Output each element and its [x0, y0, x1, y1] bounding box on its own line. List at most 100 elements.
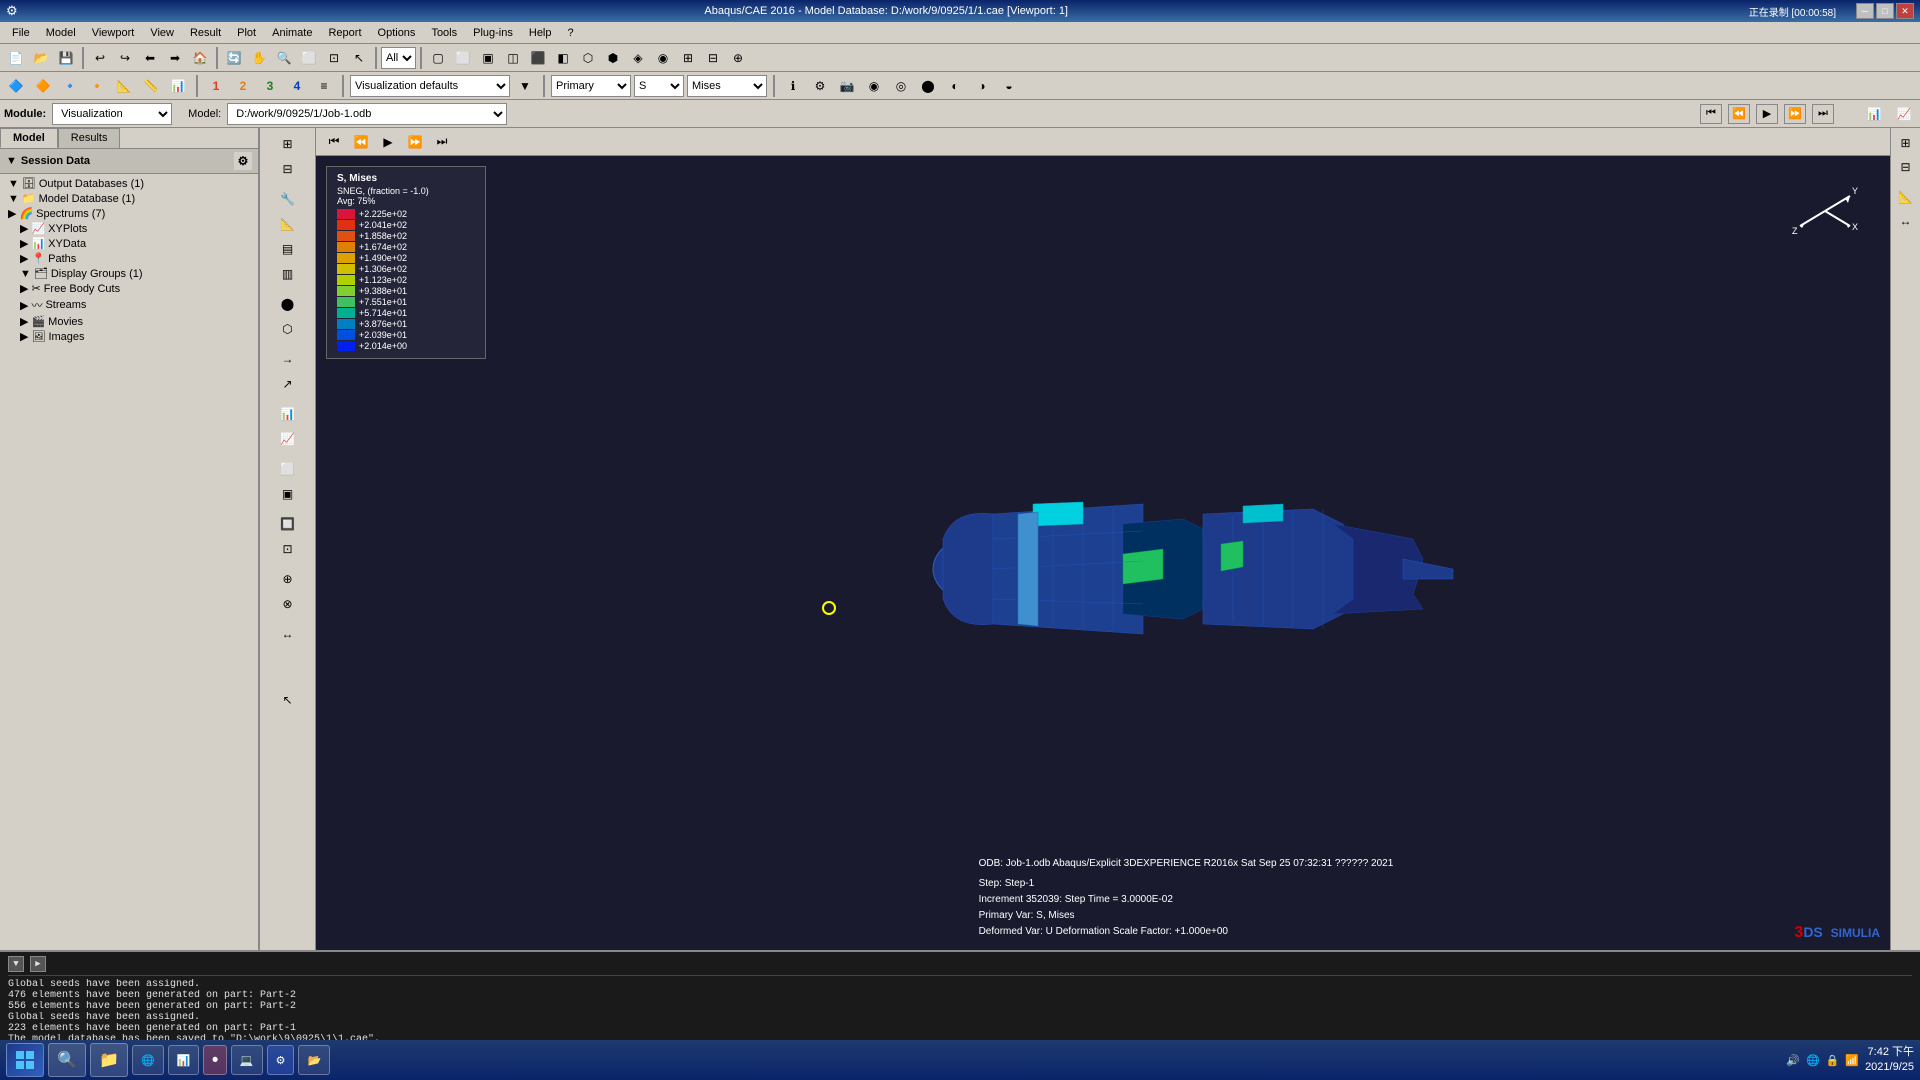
tb-mesh2[interactable]: 🔶 [31, 74, 55, 98]
tb-pan[interactable]: ✋ [247, 46, 271, 70]
minimize-button[interactable]: ─ [1856, 3, 1874, 19]
side-tb-6[interactable]: ▥ [276, 262, 300, 286]
vp-last-frame[interactable]: ⏭ [430, 130, 454, 154]
tb-more2[interactable]: ◎ [889, 74, 913, 98]
play-play[interactable]: ▶ [1756, 104, 1778, 124]
tree-paths[interactable]: ▶ 📍 Paths [0, 251, 258, 266]
vp-prev-frame[interactable]: ⏮ [322, 130, 346, 154]
viz-defaults-dropdown[interactable]: Visualization defaults [350, 75, 510, 97]
tb-more1[interactable]: ◉ [862, 74, 886, 98]
vp-play-back[interactable]: ⏪ [349, 130, 373, 154]
vp-play-fwd[interactable]: ▶ [376, 130, 400, 154]
tb-3d7[interactable]: ⊕ [726, 46, 750, 70]
play-first[interactable]: ⏮ [1700, 104, 1722, 124]
tb-3d2[interactable]: ⬢ [601, 46, 625, 70]
rvt-1[interactable]: ⊞ [1893, 132, 1919, 154]
abaqus-app[interactable]: ⚙ [267, 1045, 295, 1075]
menu-model[interactable]: Model [38, 25, 84, 41]
tb-home[interactable]: 🏠 [188, 46, 212, 70]
tb-mesh4[interactable]: 🔸 [85, 74, 109, 98]
menu-view[interactable]: View [142, 25, 182, 41]
tree-movies[interactable]: ▶ 🎬 Movies [0, 314, 258, 329]
maximize-button[interactable]: □ [1876, 3, 1894, 19]
side-tb-16[interactable]: ⊡ [276, 537, 300, 561]
tb-box6[interactable]: ◧ [551, 46, 575, 70]
side-tb-4[interactable]: 📐 [276, 212, 300, 236]
tb-back[interactable]: ⬅ [138, 46, 162, 70]
menu-help[interactable]: Help [521, 25, 560, 41]
tb-box2[interactable]: ⬜ [451, 46, 475, 70]
side-tb-17[interactable]: ⊕ [276, 567, 300, 591]
tb-zoombox[interactable]: ⬜ [297, 46, 321, 70]
menu-tools[interactable]: Tools [423, 25, 465, 41]
side-tb-9[interactable]: → [276, 347, 300, 371]
tb-mesh3[interactable]: 🔹 [58, 74, 82, 98]
menu-animate[interactable]: Animate [264, 25, 320, 41]
side-tb-11[interactable]: 📊 [276, 402, 300, 426]
side-tb-18[interactable]: ⊗ [276, 592, 300, 616]
record-app[interactable]: ⏺ [203, 1045, 227, 1075]
side-tb-8[interactable]: ⬡ [276, 317, 300, 341]
tree-free-body-cuts[interactable]: ▶ ✂ Free Body Cuts [0, 281, 258, 296]
tb-zoom[interactable]: 🔍 [272, 46, 296, 70]
browser-app[interactable]: 🌐 [132, 1045, 164, 1075]
tb-n3[interactable]: 3 [258, 74, 282, 98]
tb-camera[interactable]: 📷 [835, 74, 859, 98]
tb-box3[interactable]: ▣ [476, 46, 500, 70]
primary-dropdown[interactable]: Primary [551, 75, 631, 97]
tb-n1[interactable]: 1 [204, 74, 228, 98]
tb-mesh[interactable]: 🔷 [4, 74, 28, 98]
tb-3d1[interactable]: ⬡ [576, 46, 600, 70]
tb-forward[interactable]: ➡ [163, 46, 187, 70]
tb-n4[interactable]: 4 [285, 74, 309, 98]
tree-xydata[interactable]: ▶ 📊 XYData [0, 236, 258, 251]
menu-plot[interactable]: Plot [229, 25, 264, 41]
tb-pbar1[interactable]: 📊 [1862, 102, 1886, 126]
terminal-app[interactable]: 💻 [231, 1045, 263, 1075]
menu-options[interactable]: Options [370, 25, 424, 41]
menu-report[interactable]: Report [320, 25, 369, 41]
select-all-dropdown[interactable]: All [381, 47, 416, 69]
tree-images[interactable]: ▶ 🖼 Images [0, 329, 258, 344]
rvt-3[interactable]: 📐 [1893, 186, 1919, 208]
tb-info[interactable]: ℹ [781, 74, 805, 98]
tree-streams[interactable]: ▶ 〰 Streams [0, 296, 258, 314]
tb-save[interactable]: 💾 [54, 46, 78, 70]
play-prev[interactable]: ⏪ [1728, 104, 1750, 124]
tb-more4[interactable]: ◐ [943, 74, 967, 98]
rvt-4[interactable]: ↔ [1893, 210, 1919, 232]
tree-display-groups[interactable]: ▼ 🗂 Display Groups (1) [0, 266, 258, 281]
start-button[interactable] [6, 1043, 44, 1077]
side-tb-5[interactable]: ▤ [276, 237, 300, 261]
tab-model[interactable]: Model [0, 128, 58, 148]
side-tb-7[interactable]: ⬤ [276, 292, 300, 316]
tb-3d5[interactable]: ⊞ [676, 46, 700, 70]
tb-cursor[interactable]: ↖ [347, 46, 371, 70]
side-tb-15[interactable]: 🔲 [276, 512, 300, 536]
menu-file[interactable]: File [4, 25, 38, 41]
tb-more6[interactable]: ◒ [997, 74, 1021, 98]
tb-field[interactable]: 📊 [166, 74, 190, 98]
tb-open[interactable]: 📂 [29, 46, 53, 70]
mises-dropdown[interactable]: Mises [687, 75, 767, 97]
menu-plugins[interactable]: Plug-ins [465, 25, 521, 41]
tb-undo[interactable]: ↩ [88, 46, 112, 70]
tb-analysis2[interactable]: 📏 [139, 74, 163, 98]
tb-redo[interactable]: ↪ [113, 46, 137, 70]
tb-box4[interactable]: ◫ [501, 46, 525, 70]
search-button[interactable]: 🔍 [48, 1043, 86, 1077]
tb-box5[interactable]: ⬛ [526, 46, 550, 70]
side-tb-19[interactable]: ↔ [276, 622, 300, 646]
tb-vd[interactable]: ▼ [513, 74, 537, 98]
tb-new[interactable]: 📄 [4, 46, 28, 70]
rvt-2[interactable]: ⊟ [1893, 156, 1919, 178]
tb-settings[interactable]: ⚙ [808, 74, 832, 98]
menu-viewport[interactable]: Viewport [84, 25, 143, 41]
tb-3d3[interactable]: ◈ [626, 46, 650, 70]
side-tb-3[interactable]: 🔧 [276, 187, 300, 211]
panel-settings[interactable]: ⚙ [234, 152, 252, 170]
tb-3d4[interactable]: ◉ [651, 46, 675, 70]
tree-model-database[interactable]: ▼ 📁 Model Database (1) [0, 191, 258, 206]
side-tb-12[interactable]: 📈 [276, 427, 300, 451]
tb-sym[interactable]: ≡ [312, 74, 336, 98]
